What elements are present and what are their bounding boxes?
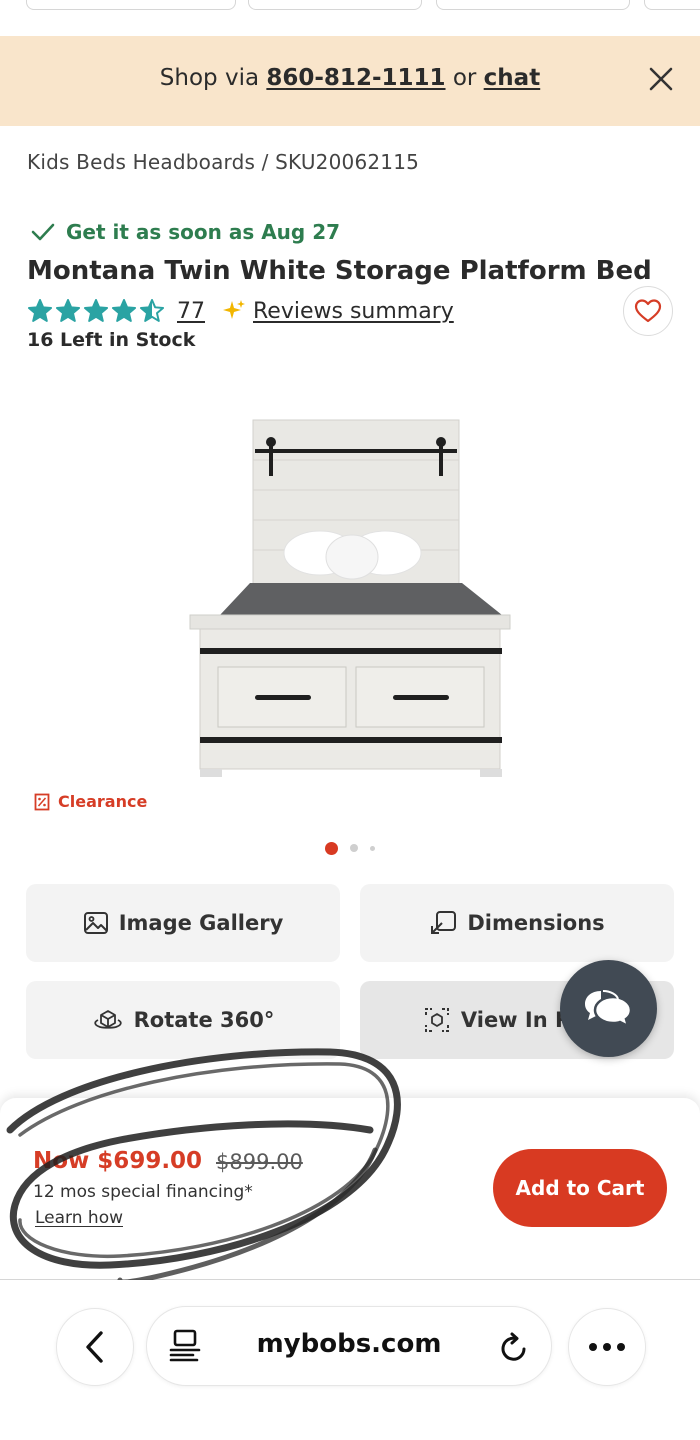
delivery-estimate: Get it as soon as Aug 27	[30, 220, 340, 244]
product-image[interactable]	[180, 415, 520, 785]
carousel-indicator	[0, 841, 700, 855]
carousel-dot[interactable]	[370, 845, 375, 851]
clearance-badge: Clearance	[34, 792, 147, 811]
category-pill[interactable]	[436, 0, 630, 10]
sale-price: Now $699.00	[33, 1148, 203, 1174]
add-to-cart-button[interactable]: Add to Cart	[493, 1149, 667, 1227]
breadcrumb[interactable]: Kids Beds Headboards / SKU20062115	[27, 150, 419, 174]
more-options-button[interactable]	[568, 1308, 646, 1386]
carousel-dot[interactable]	[350, 844, 358, 852]
address-bar[interactable]: mybobs.com	[146, 1306, 552, 1386]
promo-middle: or	[445, 65, 484, 91]
learn-how-link[interactable]: Learn how	[35, 1208, 123, 1228]
star-icon	[139, 298, 165, 322]
ellipsis-icon	[589, 1343, 625, 1351]
delivery-text: Get it as soon as Aug 27	[66, 220, 341, 244]
favorite-button[interactable]	[623, 286, 673, 336]
reviews-summary-link[interactable]: Reviews summary	[253, 299, 454, 324]
price-bar: Now $699.00 $899.00 12 mos special finan…	[0, 1098, 700, 1280]
original-price: $899.00	[216, 1150, 303, 1174]
image-gallery-button[interactable]: Image Gallery	[26, 884, 340, 962]
star-rating[interactable]	[27, 298, 165, 324]
image-icon	[83, 912, 108, 934]
browser-toolbar: mybobs.com	[0, 1280, 700, 1440]
chat-link[interactable]: chat	[484, 65, 541, 91]
view-in-room-label: View In R	[460, 1008, 572, 1032]
category-pill[interactable]	[644, 0, 700, 10]
carousel-dot[interactable]	[325, 841, 338, 855]
dimensions-icon	[431, 911, 457, 934]
category-pills	[0, 0, 700, 12]
checkmark-icon	[31, 223, 55, 241]
financing-text: 12 mos special financing*	[33, 1182, 253, 1202]
rotate-360-label: Rotate 360°	[133, 1008, 275, 1032]
url-text: mybobs.com	[256, 1329, 442, 1359]
category-pill[interactable]	[248, 0, 422, 10]
star-icon	[55, 298, 81, 322]
promo-text: Shop via 860-812-1111 or chat	[0, 65, 700, 91]
rotate-360-icon	[93, 1010, 122, 1029]
clearance-label: Clearance	[58, 792, 148, 811]
image-gallery-label: Image Gallery	[118, 911, 284, 935]
rating-row: 77 Reviews summary	[27, 296, 454, 326]
back-arrow-icon	[86, 1331, 103, 1363]
phone-link[interactable]: 860-812-1111	[266, 65, 445, 91]
chat-button[interactable]	[560, 960, 657, 1057]
dimensions-button[interactable]: Dimensions	[360, 884, 674, 962]
back-button[interactable]	[56, 1308, 134, 1386]
ar-view-icon	[424, 1008, 449, 1032]
tag-icon	[34, 793, 50, 810]
star-icon	[27, 298, 53, 322]
star-icon	[111, 298, 137, 322]
review-count-link[interactable]: 77	[177, 299, 205, 324]
chat-bubbles-icon	[584, 989, 632, 1028]
heart-icon	[634, 299, 662, 323]
rotate-360-button[interactable]: Rotate 360°	[26, 981, 340, 1059]
close-icon[interactable]	[648, 66, 674, 92]
dimensions-label: Dimensions	[467, 911, 605, 935]
reload-icon[interactable]	[499, 1331, 529, 1363]
product-title: Montana Twin White Storage Platform Bed	[27, 256, 652, 286]
promo-banner: Shop via 860-812-1111 or chat	[0, 36, 700, 126]
stock-status: 16 Left in Stock	[27, 329, 196, 351]
category-pill[interactable]	[26, 0, 236, 10]
promo-prefix: Shop via	[159, 65, 267, 91]
sparkle-icon	[221, 298, 247, 324]
star-icon	[83, 298, 109, 322]
